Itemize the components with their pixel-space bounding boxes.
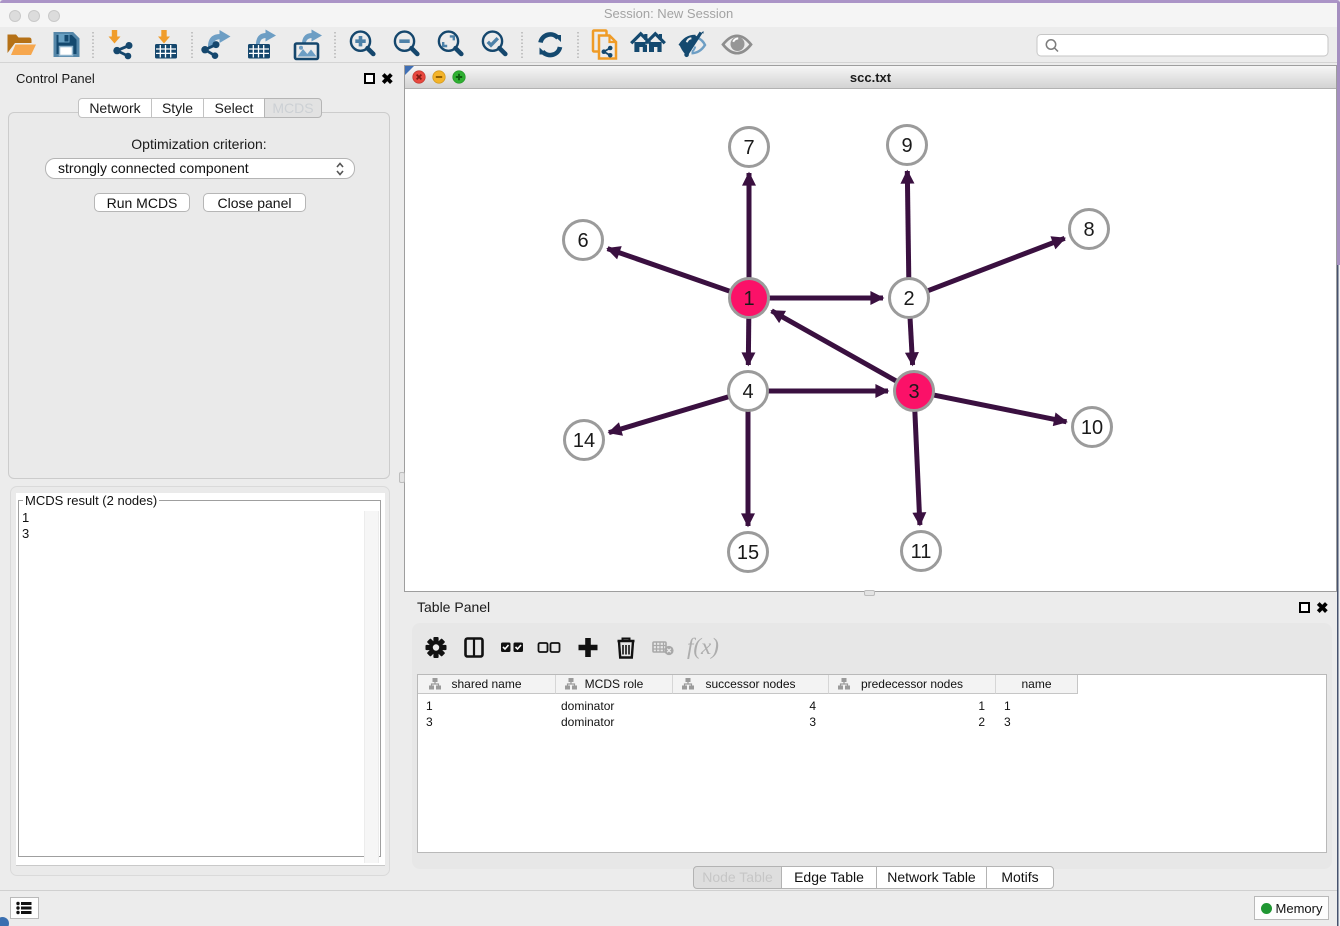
- svg-text:7: 7: [743, 137, 754, 159]
- svg-text:f(x): f(x): [687, 634, 719, 659]
- svg-text:10: 10: [1081, 417, 1103, 439]
- svg-text:6: 6: [577, 230, 588, 252]
- svg-text:3: 3: [908, 381, 919, 403]
- svg-text:4: 4: [742, 381, 753, 403]
- svg-text:1: 1: [743, 288, 754, 310]
- svg-text:2: 2: [903, 288, 914, 310]
- svg-text:15: 15: [737, 542, 759, 564]
- svg-text:14: 14: [573, 430, 595, 452]
- svg-text:11: 11: [911, 541, 932, 563]
- svg-text:9: 9: [901, 135, 912, 157]
- svg-text:8: 8: [1083, 219, 1094, 241]
